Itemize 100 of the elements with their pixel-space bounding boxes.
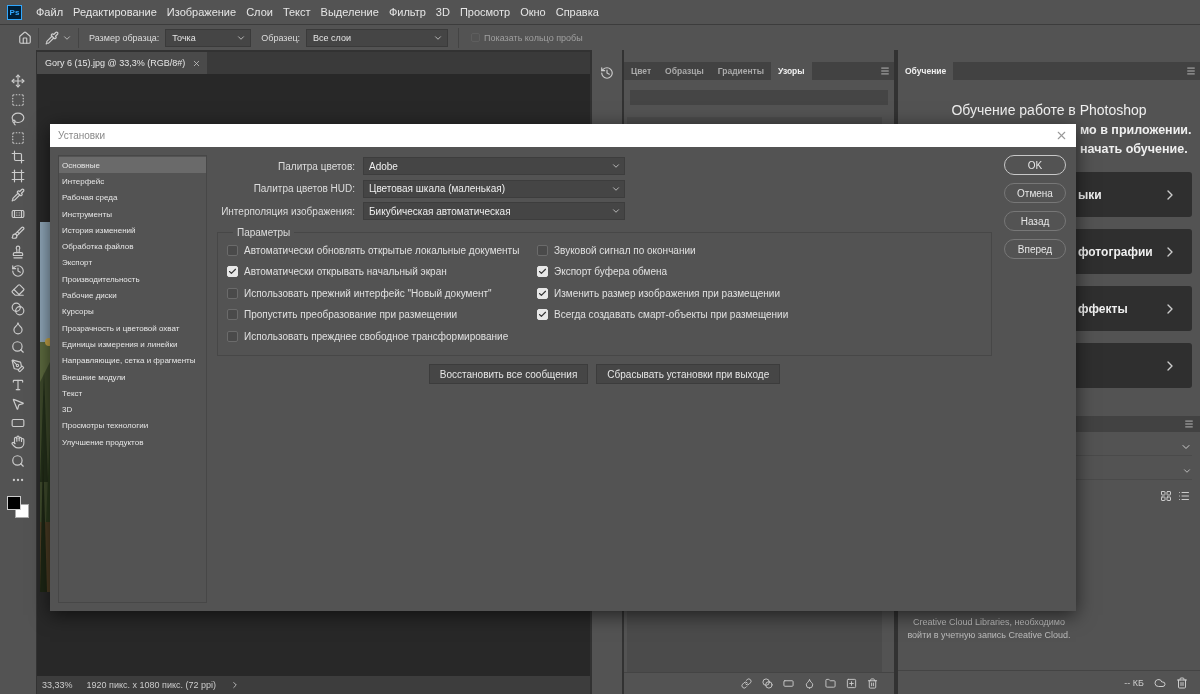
option-label: Использовать прежний интерфейс "Новый документ" [244,287,492,299]
panel-heading: Обучение работе в Photoshop [950,102,1148,118]
category-item[interactable]: Рабочие диски [59,287,206,304]
frame-icon[interactable] [11,169,25,183]
trash-icon[interactable] [867,678,878,689]
menu-item[interactable]: 3D [430,6,455,18]
category-item[interactable]: Внешние модули [59,368,206,386]
option-label: Использовать прежднее свободное трансформирование [244,330,509,342]
home-icon[interactable] [18,30,32,45]
category-item[interactable]: Направляющие, сетка и фрагменты [59,352,206,369]
sample-size-label: Размер образца: [89,32,160,43]
stamp-icon[interactable] [11,245,25,259]
checkbox[interactable] [227,330,238,342]
link-icon[interactable] [741,678,752,689]
menu-item[interactable]: Окно [515,6,551,18]
trash-icon[interactable] [1176,676,1188,689]
show-ring-label: Показать кольцо пробы [484,32,583,43]
eyedropper-icon[interactable] [11,188,25,202]
pointer-icon[interactable] [11,397,25,411]
libraries-message: Creative Cloud Libraries, необходимо войти в учетную запись Creative Cloud. [906,616,1072,642]
folder-icon[interactable] [825,678,836,689]
droplet-icon[interactable] [11,321,25,335]
menu-item[interactable]: Текст [277,6,316,18]
select-field[interactable]: Цветовая шкала (маленькая) [363,179,625,198]
category-item[interactable]: Обработка файлов [59,238,206,255]
storage-size: -- КБ [1124,677,1144,688]
option-label: Автоматически обновлять открытые локальные документы [244,244,520,256]
document-tab[interactable]: Gory 6 (15).jpg @ 33,3% (RGB/8#) [37,52,207,74]
checkbox[interactable] [227,244,238,256]
lasso-icon[interactable] [11,112,25,126]
panel-tab[interactable]: Образцы [658,62,711,80]
sample-size-select[interactable]: Точка [165,28,252,47]
bandage-icon[interactable] [11,207,25,221]
menu-item[interactable]: Фильтр [383,6,431,18]
panel-tab[interactable]: Градиенты [710,62,772,80]
intro-text: начать обучение. [1080,142,1188,156]
menu-icon[interactable] [1184,419,1194,429]
field-label: Палитра цветов HUD: [252,183,355,195]
new-layer-icon[interactable] [846,678,857,689]
history-icon[interactable] [600,66,614,80]
select-field[interactable]: Adobe [363,157,625,176]
color-swatches[interactable] [7,496,29,518]
category-item[interactable]: Курсоры [59,303,206,320]
checkbox[interactable] [227,287,238,299]
category-item[interactable]: Просмотры технологии [59,417,206,435]
option-label: Экспорт буфера обмена [554,266,668,278]
marquee-icon[interactable] [11,93,25,107]
panel-tab[interactable]: Обучение [898,62,954,80]
category-item[interactable]: 3D [59,401,206,418]
sample-select[interactable]: Все слои [306,28,449,47]
grid-view-icon[interactable] [1160,490,1172,502]
option-label: Изменить размер изображения при размещении [554,287,781,299]
type-icon[interactable] [11,378,25,392]
menu-item[interactable]: Справка [550,6,604,18]
brush-icon[interactable] [11,226,25,240]
selection-icon[interactable] [11,131,25,145]
list-view-icon[interactable] [1178,490,1190,502]
category-item[interactable]: Интерфейс [59,173,206,190]
menu-item[interactable]: Слои [241,6,278,18]
menu-item[interactable]: Выделение [315,6,384,18]
category-item[interactable]: Текст [59,385,206,402]
intro-text: мо в приложении. [1080,123,1192,137]
group-title: Параметры [236,226,292,238]
crop-icon[interactable] [11,150,25,164]
pen-icon[interactable] [11,359,25,373]
category-item[interactable]: Прозрачность и цветовой охват [59,319,206,337]
app-logo: Ps [7,4,22,20]
panel-tab[interactable]: Цвет [624,62,659,80]
close-icon[interactable] [1055,129,1068,142]
close-icon[interactable] [192,58,201,68]
rectangle-icon[interactable] [11,416,25,430]
move-icon[interactable] [11,74,25,88]
category-item[interactable]: Улучшение продуктов [59,434,206,451]
sample-label: Образец: [261,32,301,43]
menu-item[interactable]: Изображение [161,6,242,18]
category-item[interactable]: Основные [59,157,206,174]
category-item[interactable]: Экспорт [59,254,206,272]
action-button[interactable]: Сбрасывать установки при выходе [596,364,781,384]
category-item[interactable]: Инструменты [59,205,206,223]
category-item[interactable]: Рабочая среда [59,189,206,206]
hand-icon[interactable] [11,435,25,449]
history-brush-icon[interactable] [11,264,25,278]
menu-item[interactable]: Редактирование [68,6,162,18]
category-item[interactable]: Производительность [59,271,206,288]
zoom-icon[interactable] [11,454,25,468]
category-item[interactable]: Единицы измерения и линейки [59,336,206,353]
option-label: Всегда создавать смарт-объекты при размещении [554,309,789,321]
checkbox[interactable] [537,244,548,256]
panel-tab[interactable]: Узоры [771,62,812,80]
chevron-right-icon[interactable] [230,680,240,690]
category-item[interactable]: История изменений [59,222,206,239]
select-field[interactable]: Бикубическая автоматическая [363,202,625,221]
cloud-icon[interactable] [1154,676,1166,689]
eyedropper-icon[interactable] [45,30,59,45]
action-button[interactable]: Восстановить все сообщения [428,364,589,384]
checkbox[interactable] [227,309,238,321]
field-label: Интерполяция изображения: [220,205,355,217]
menu-item[interactable]: Файл [31,6,69,18]
menu-item[interactable]: Просмотр [454,6,516,18]
eraser-icon[interactable] [11,283,25,297]
